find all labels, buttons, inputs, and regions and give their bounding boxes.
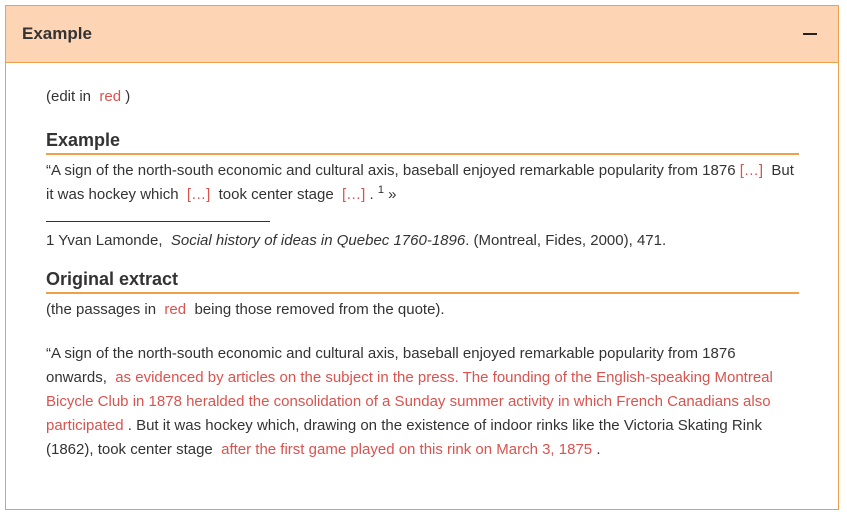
original-text-3: . [596, 441, 601, 458]
footnote-divider [46, 221, 270, 222]
panel-header[interactable]: Example [6, 6, 838, 63]
example-quote-part3: took center stage [218, 186, 334, 203]
panel-title: Example [22, 24, 92, 43]
edit-note: (edit in red ) [46, 85, 799, 109]
example-quote-part1: “A sign of the north-south economic and … [46, 162, 736, 179]
original-text: “A sign of the north-south economic and … [46, 342, 799, 462]
footnote: 1 Yvan Lamonde, Social history of ideas … [46, 229, 799, 253]
original-note-prefix: (the passages in [46, 301, 157, 318]
footnote-number: 1 [46, 232, 55, 249]
panel-body: (edit in red ) Example “A sign of the no… [6, 63, 838, 462]
ellipsis-1: […] [739, 162, 764, 179]
original-note-red-word: red [164, 301, 187, 318]
footnote-ref[interactable]: 1 [378, 184, 384, 196]
footnote-title: Social history of ideas in Quebec 1760-1… [170, 232, 466, 249]
example-panel: Example (edit in red ) Example “A sign o… [5, 5, 839, 510]
example-heading: Example [46, 127, 799, 155]
edit-note-suffix: ) [125, 88, 131, 105]
example-dot: . [369, 186, 374, 203]
edit-note-red-word: red [99, 88, 122, 105]
ellipsis-3: […] [342, 186, 366, 203]
removed-passage-2: after the first game played on this rink… [221, 441, 593, 458]
footnote-rest: . (Montreal, Fides, 2000), 471. [465, 232, 667, 249]
original-heading: Original extract [46, 266, 799, 294]
original-note-suffix: being those removed from the quote). [194, 301, 445, 318]
original-note: (the passages in red being those removed… [46, 298, 799, 322]
example-quote: “A sign of the north-south economic and … [46, 159, 799, 207]
close-quote: » [388, 186, 397, 203]
edit-note-prefix: (edit in [46, 88, 92, 105]
ellipsis-2: […] [186, 186, 211, 203]
footnote-author: Yvan Lamonde, [58, 232, 163, 249]
collapse-icon[interactable] [800, 24, 820, 44]
